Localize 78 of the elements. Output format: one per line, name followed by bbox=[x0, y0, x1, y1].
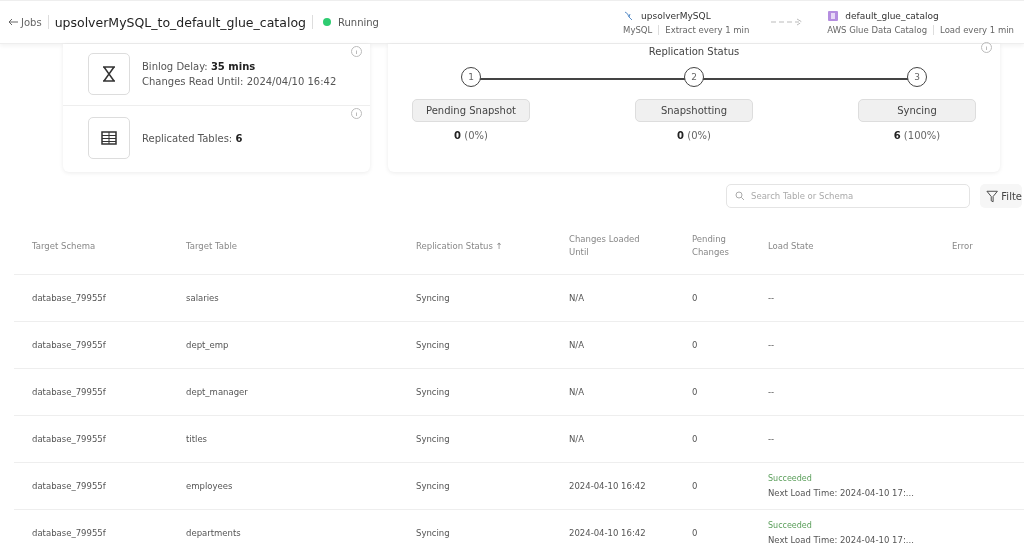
filter-button[interactable]: Filte bbox=[980, 184, 1022, 208]
hourglass-icon bbox=[102, 65, 116, 82]
column-header[interactable]: Load State bbox=[768, 239, 952, 253]
column-header[interactable]: Replication Status ↑ bbox=[416, 239, 569, 253]
search-field[interactable]: Search Table or Schema bbox=[726, 184, 970, 208]
step-number: 2 bbox=[684, 67, 704, 87]
search-icon bbox=[735, 191, 745, 201]
next-load-time: Next Load Time: 2024-04-10 17:... bbox=[768, 488, 915, 498]
metric-text: Binlog Delay: 35 mins bbox=[142, 60, 257, 72]
status-text: Running bbox=[337, 16, 379, 28]
job-title: upsolverMySQL_to_default_glue_catalog bbox=[54, 14, 306, 30]
table-cell-text: 0 bbox=[692, 528, 699, 538]
source-type: MySQL bbox=[623, 24, 653, 35]
table-cell-text: 2024-04-10 16:42 bbox=[569, 481, 647, 491]
column-header[interactable]: Changes Loaded Until bbox=[569, 233, 669, 259]
table-cell-text: database_79955f bbox=[32, 340, 107, 350]
column-header[interactable]: Pending Changes bbox=[692, 233, 752, 259]
metric-text: Changes Read Until: 2024/04/10 16:42 bbox=[142, 75, 337, 87]
step-label: Syncing bbox=[858, 99, 976, 122]
next-load-time: Next Load Time: 2024-04-10 17:... bbox=[768, 535, 915, 545]
column-header[interactable]: Target Table bbox=[186, 239, 416, 253]
table-cell-text: 0 bbox=[692, 434, 699, 444]
table-cell-text: Syncing bbox=[416, 387, 451, 397]
step-count: 0 (0%) bbox=[454, 130, 488, 141]
table-cell-text: 0 bbox=[692, 481, 699, 491]
table-cell-text: dept_manager bbox=[186, 387, 249, 397]
table-cell-text: departments bbox=[186, 528, 242, 538]
step-count: 6 (100%) bbox=[893, 130, 941, 141]
source-schedule: Extract every 1 min bbox=[665, 24, 750, 35]
table-cell-text: database_79955f bbox=[32, 434, 107, 444]
filter-icon bbox=[986, 189, 999, 203]
table-cell-text: employees bbox=[186, 481, 234, 491]
step-number: 3 bbox=[907, 67, 927, 87]
table-cell-text: 2024-04-10 16:42 bbox=[569, 528, 647, 538]
step-label: Snapshotting bbox=[635, 99, 753, 122]
table-cell-text: database_79955f bbox=[32, 387, 107, 397]
table-cell-text: Syncing bbox=[416, 434, 451, 444]
step-count: 0 (0%) bbox=[677, 130, 711, 141]
column-header[interactable]: Error bbox=[952, 239, 1024, 253]
table-cell-text: N/A bbox=[569, 293, 586, 303]
table-cell-text: N/A bbox=[569, 434, 586, 444]
table-cell-text: dept_emp bbox=[186, 340, 230, 350]
table-cell-text: database_79955f bbox=[32, 481, 107, 491]
load-state-text: Succeeded bbox=[768, 521, 813, 530]
load-state-text: -- bbox=[768, 293, 776, 303]
step-number: 1 bbox=[461, 67, 481, 87]
metric-text: Replicated Tables: 6 bbox=[142, 132, 243, 144]
table-cell-text: Syncing bbox=[416, 293, 451, 303]
load-state-text: Succeeded bbox=[768, 474, 813, 483]
table-cell-text: 0 bbox=[692, 293, 699, 303]
replication-title: Replication Status bbox=[648, 46, 740, 57]
table-cell-text: Syncing bbox=[416, 528, 451, 538]
table-cell-text: database_79955f bbox=[32, 293, 107, 303]
target-type: AWS Glue Data Catalog bbox=[827, 24, 928, 35]
load-state-text: -- bbox=[768, 434, 776, 444]
target-name: default_glue_catalog bbox=[845, 10, 939, 21]
source-name: upsolverMySQL bbox=[641, 10, 711, 21]
step-label: Pending Snapshot bbox=[412, 99, 530, 122]
catalog-icon bbox=[827, 9, 840, 22]
table-cell-text: 0 bbox=[692, 340, 699, 350]
back-link[interactable]: Jobs bbox=[8, 16, 42, 28]
info-icon[interactable] bbox=[351, 108, 362, 119]
table-icon bbox=[101, 131, 117, 145]
table-cell-text: N/A bbox=[569, 387, 586, 397]
target-schedule: Load every 1 min bbox=[940, 24, 1014, 35]
table-cell-text: salaries bbox=[186, 293, 220, 303]
load-state-text: -- bbox=[768, 340, 776, 350]
table-cell-text: N/A bbox=[569, 340, 586, 350]
back-arrow-icon bbox=[8, 18, 18, 26]
load-state-text: -- bbox=[768, 387, 776, 397]
table-cell-text: Syncing bbox=[416, 481, 451, 491]
column-header[interactable]: Target Schema bbox=[32, 239, 186, 253]
table-cell-text: 0 bbox=[692, 387, 699, 397]
table-cell-text: titles bbox=[186, 434, 209, 444]
info-icon[interactable] bbox=[981, 42, 992, 53]
table-cell-text: Syncing bbox=[416, 340, 451, 350]
info-icon[interactable] bbox=[351, 46, 362, 57]
table-cell-text: database_79955f bbox=[32, 528, 107, 538]
